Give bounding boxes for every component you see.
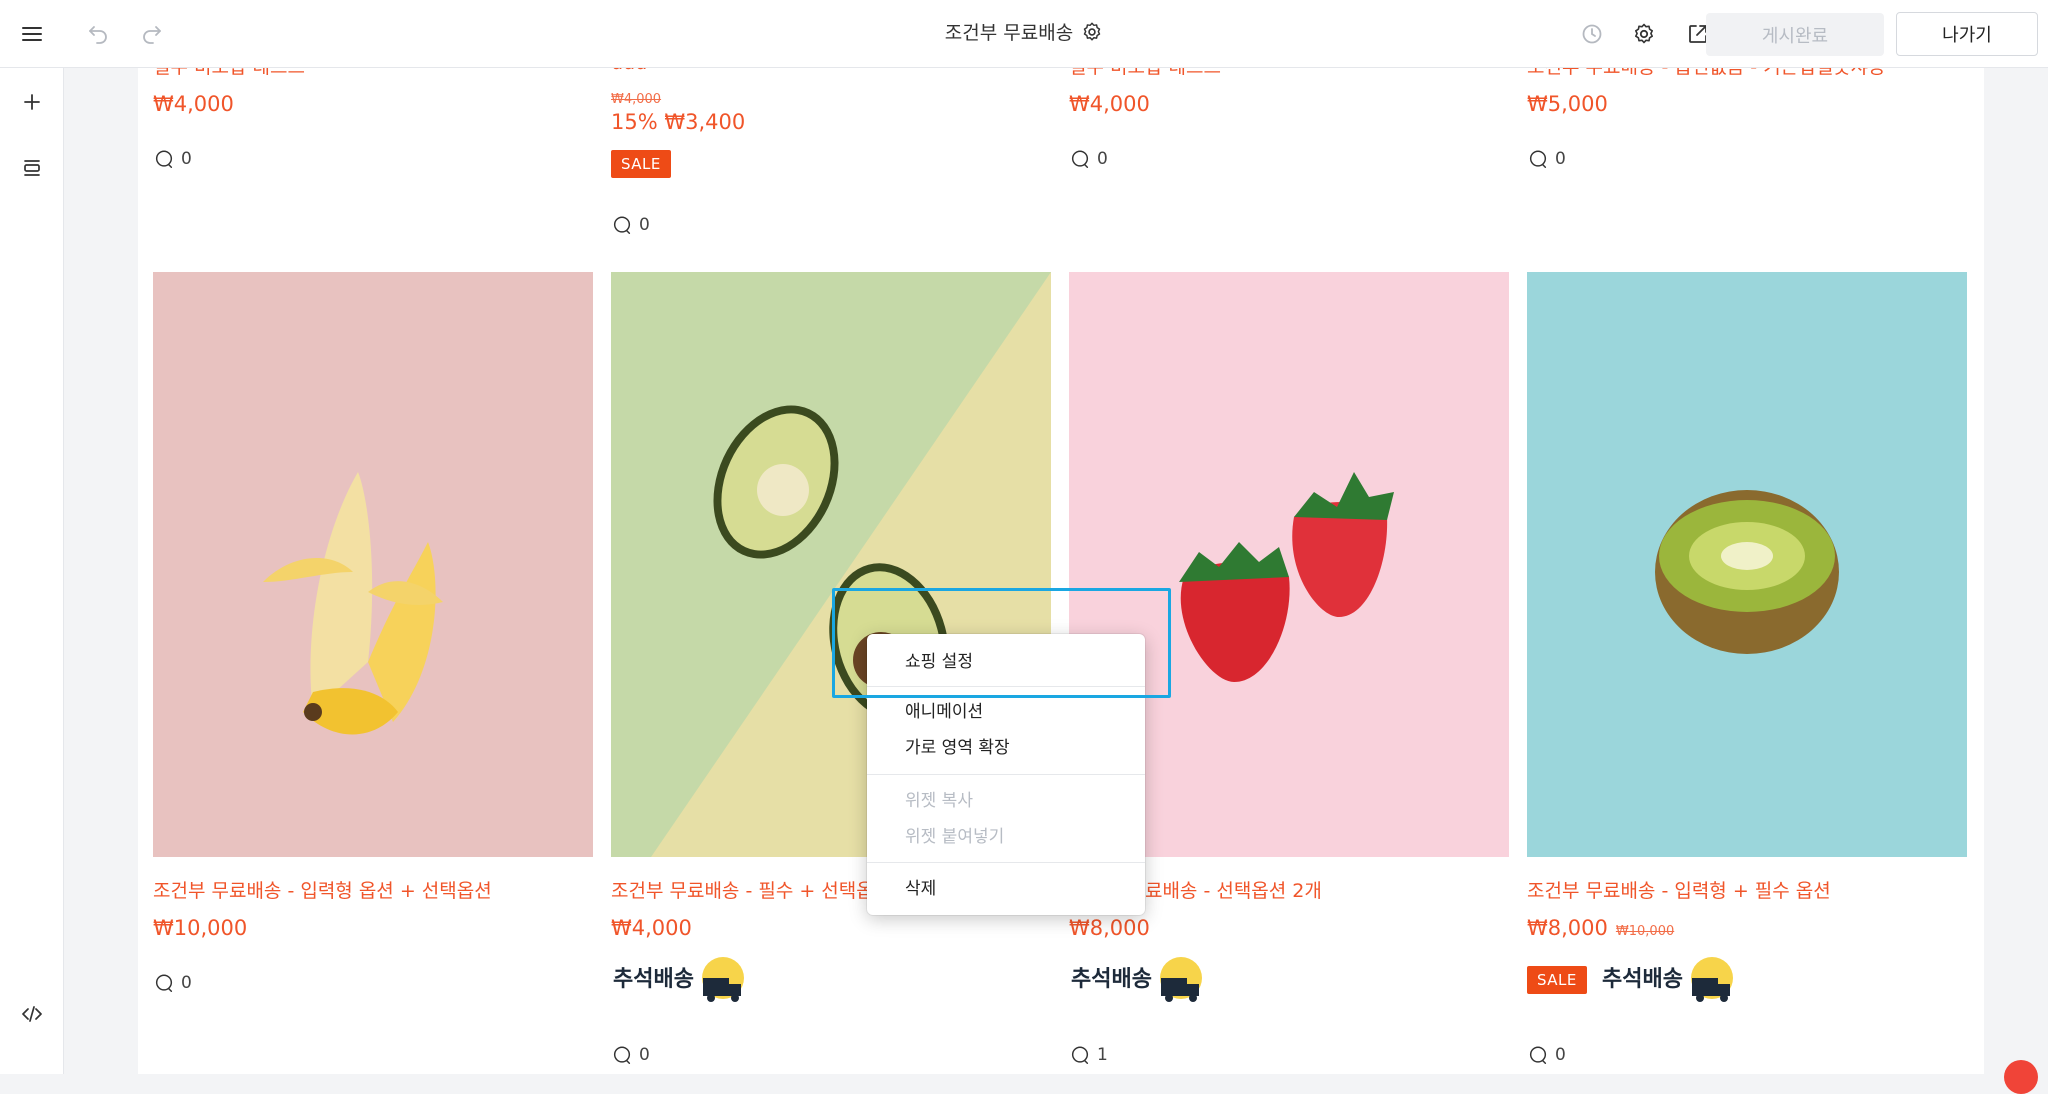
menu-item-copy-widget: 위젯 복사 [905, 791, 973, 811]
comment-count[interactable]: 0 [153, 972, 593, 994]
product-price: ₩4,000 [1069, 92, 1150, 116]
chuseok-delivery-badge: 추석배송 [1600, 956, 1734, 1004]
comment-icon [1071, 1046, 1089, 1064]
comment-icon [1529, 150, 1547, 168]
product-card-top[interactable]: 필수 비조합 테스트 [153, 68, 593, 79]
svg-text:추석배송: 추석배송 [613, 967, 694, 992]
sale-badge: SALE [611, 150, 1051, 178]
comment-count[interactable]: 0 [1069, 148, 1509, 170]
chuseok-delivery-badge: 추석배송 [1069, 956, 1509, 1004]
focus-highlight-box [832, 588, 1171, 698]
product-image-kiwi[interactable] [1527, 272, 1967, 857]
sale-badge: SALE [1527, 966, 1587, 994]
product-price: ₩10,000 [153, 916, 248, 940]
menu-item-expand-width[interactable]: 가로 영역 확장 [905, 733, 1010, 758]
product-price: ₩5,000 [1527, 92, 1608, 116]
product-card-top[interactable]: ddd [611, 68, 1051, 74]
svg-text:추석배송: 추석배송 [1071, 967, 1152, 992]
comment-icon [1071, 150, 1089, 168]
menu-item-paste-widget: 위젯 붙여넣기 [905, 827, 1005, 847]
comment-count[interactable]: 0 [1527, 1044, 1967, 1066]
product-title[interactable]: 조건부 무료배송 - 옵션없음 - 기존엽셀옷샤등 [1527, 68, 1967, 79]
old-price: ₩4,000 [611, 92, 662, 107]
history-icon[interactable] [1578, 20, 1606, 48]
product-price: ₩4,000 [153, 92, 234, 116]
comment-count[interactable]: 0 [1527, 148, 1967, 170]
left-toolbar [0, 68, 64, 1074]
layers-icon[interactable] [18, 154, 46, 182]
chuseok-delivery-badge: 추석배송 [611, 956, 1051, 1004]
settings-icon[interactable] [1630, 20, 1658, 48]
code-icon[interactable] [18, 1000, 46, 1028]
comment-icon [155, 150, 173, 168]
editor-canvas[interactable]: 필수 비조합 테스트 ₩4,000 0 ddd ₩4,000 15% ₩3,40… [138, 68, 1984, 1074]
comment-count[interactable]: 0 [611, 214, 1051, 236]
product-title[interactable]: 필수 비조합 테스트 [153, 68, 593, 79]
product-title[interactable]: ddd [611, 68, 1051, 74]
badge-row: SALE 추석배송 [1527, 956, 1967, 1004]
svg-text:추석배송: 추석배송 [1602, 967, 1683, 992]
top-bar: 조건부 무료배송 게시완료 나가기 [0, 0, 2048, 68]
page-title-text: 조건부 무료배송 [944, 22, 1074, 44]
product-price: ₩4,000 [611, 916, 692, 940]
publish-button[interactable]: 게시완료 [1706, 13, 1884, 56]
product-price: ₩8,000 [1069, 916, 1150, 940]
comment-icon [1529, 1046, 1547, 1064]
menu-item-delete[interactable]: 삭제 [905, 874, 936, 899]
product-price: ₩8,000 ₩10,000 [1527, 916, 1675, 940]
add-icon[interactable] [18, 88, 46, 116]
product-image-banana[interactable] [153, 272, 593, 857]
old-price: ₩10,000 [1615, 924, 1675, 939]
product-card-top[interactable]: 필수 비조합 테스트 [1069, 68, 1509, 79]
page-settings-icon[interactable] [1081, 21, 1103, 43]
comment-icon [613, 1046, 631, 1064]
menu-item-animation[interactable]: 애니메이션 [905, 697, 983, 722]
menu-divider [867, 774, 1145, 775]
product-price: 15% ₩3,400 [611, 110, 746, 134]
product-title[interactable]: 조건부 무료배송 - 입력형 + 필수 옵션 [1527, 876, 1967, 903]
exit-button[interactable]: 나가기 [1896, 12, 2038, 56]
product-title[interactable]: 조건부 무료배송 - 입력형 옵션 + 선택옵션 [153, 876, 593, 903]
comment-icon [155, 974, 173, 992]
menu-divider [867, 862, 1145, 863]
product-card-top[interactable]: 조건부 무료배송 - 옵션없음 - 기존엽셀옷샤등 [1527, 68, 1967, 79]
comment-count[interactable]: 0 [611, 1044, 1051, 1066]
product-title[interactable]: 필수 비조합 테스트 [1069, 68, 1509, 79]
comment-count[interactable]: 1 [1069, 1044, 1509, 1066]
comment-icon [613, 216, 631, 234]
comment-count[interactable]: 0 [153, 148, 593, 170]
notification-dot[interactable] [2004, 1060, 2038, 1094]
